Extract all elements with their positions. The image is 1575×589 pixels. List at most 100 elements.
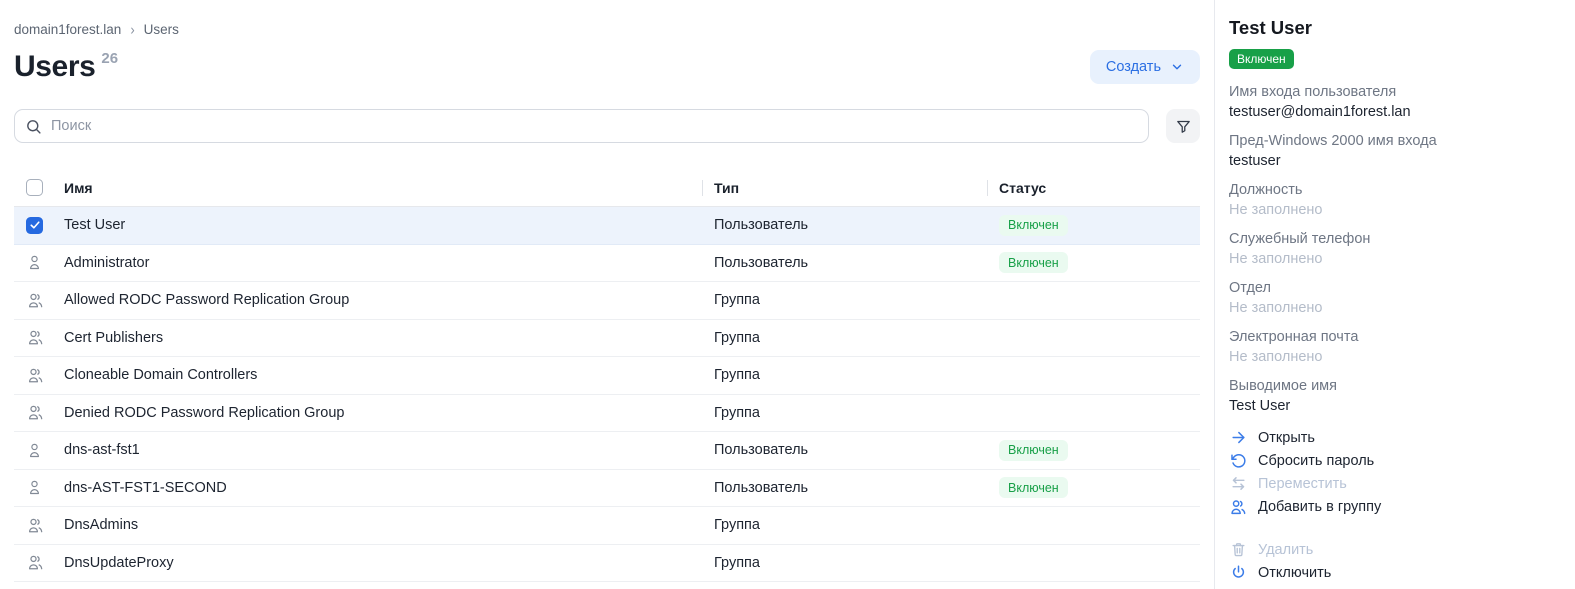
panel-field: Имя входа пользователя testuser@domain1f…	[1229, 82, 1559, 122]
panel-field-label: Отдел	[1229, 278, 1559, 298]
row-name: dns-AST-FST1-SECOND	[64, 480, 702, 496]
row-name: Test User	[64, 217, 702, 233]
app-root: domain1forest.lan › Users Users 26 Созда…	[0, 0, 1575, 589]
panel-title: Test User	[1229, 17, 1559, 39]
group-icon	[26, 291, 44, 310]
panel-field-value: Не заполнено	[1229, 200, 1559, 220]
table-body: Test User Пользователь Включен Administr…	[14, 207, 1200, 582]
panel-field-value: testuser	[1229, 151, 1559, 171]
panel-field: Должность Не заполнено	[1229, 180, 1559, 220]
panel-field: Служебный телефон Не заполнено	[1229, 229, 1559, 269]
panel-field-value: Не заполнено	[1229, 249, 1559, 269]
row-type: Группа	[702, 367, 987, 383]
row-name: Administrator	[64, 255, 702, 271]
action-arrow-right[interactable]: Открыть	[1229, 426, 1559, 449]
action-move: Переместить	[1229, 472, 1559, 495]
create-button[interactable]: Создать	[1090, 50, 1200, 84]
row-type: Группа	[702, 405, 987, 421]
panel-field-label: Электронная почта	[1229, 327, 1559, 347]
panel-field: Пред-Windows 2000 имя входа testuser	[1229, 131, 1559, 171]
search-input[interactable]	[51, 118, 1138, 134]
page-title: Users	[14, 49, 95, 85]
action-label: Сбросить пароль	[1258, 453, 1374, 469]
row-name: Denied RODC Password Replication Group	[64, 405, 702, 421]
action-group: Удалить Отключить	[1229, 538, 1559, 584]
search-box[interactable]	[14, 109, 1149, 143]
panel-field: Выводимое имя Test User	[1229, 376, 1559, 416]
table-row[interactable]: DnsUpdateProxy Группа	[14, 545, 1200, 583]
row-name: Cert Publishers	[64, 330, 702, 346]
action-label: Удалить	[1258, 542, 1313, 558]
action-add-to-group[interactable]: Добавить в группу	[1229, 495, 1559, 518]
row-checkbox[interactable]	[26, 217, 43, 234]
reset-icon	[1229, 452, 1247, 470]
breadcrumb-domain[interactable]: domain1forest.lan	[14, 22, 121, 37]
row-type: Пользователь	[702, 217, 987, 233]
create-button-label: Создать	[1106, 59, 1161, 75]
row-type: Группа	[702, 292, 987, 308]
row-name: Cloneable Domain Controllers	[64, 367, 702, 383]
power-icon	[1229, 564, 1247, 582]
group-icon	[26, 403, 44, 422]
panel-field-label: Служебный телефон	[1229, 229, 1559, 249]
table-row[interactable]: dns-ast-fst1 Пользователь Включен	[14, 432, 1200, 470]
breadcrumb: domain1forest.lan › Users	[14, 22, 1200, 37]
action-trash: Удалить	[1229, 538, 1559, 561]
row-type: Группа	[702, 517, 987, 533]
row-status-badge: Включен	[999, 477, 1068, 498]
panel-field: Отдел Не заполнено	[1229, 278, 1559, 318]
action-label: Открыть	[1258, 430, 1315, 446]
group-icon	[26, 328, 44, 347]
table-row[interactable]: Test User Пользователь Включен	[14, 207, 1200, 245]
move-icon	[1229, 475, 1247, 493]
panel-field-label: Должность	[1229, 180, 1559, 200]
panel-field-value: Test User	[1229, 396, 1559, 416]
table-row[interactable]: Cloneable Domain Controllers Группа	[14, 357, 1200, 395]
trash-icon	[1229, 541, 1247, 559]
row-type: Пользователь	[702, 480, 987, 496]
title-row: Users 26 Создать	[14, 49, 1200, 85]
table-header: Имя Тип Статус	[14, 169, 1200, 207]
users-page: domain1forest.lan › Users Users 26 Созда…	[0, 0, 1214, 589]
panel-field-label: Выводимое имя	[1229, 376, 1559, 396]
filter-icon	[1175, 118, 1192, 135]
search-icon	[25, 118, 42, 135]
group-icon	[26, 516, 44, 535]
users-table: Имя Тип Статус Test User Пользователь Вк…	[14, 169, 1200, 582]
panel-actions: Открыть Сбросить пароль ПереместитьДобавит…	[1229, 426, 1559, 584]
row-type: Группа	[702, 330, 987, 346]
row-type: Пользователь	[702, 255, 987, 271]
table-row[interactable]: dns-AST-FST1-SECOND Пользователь Включен	[14, 470, 1200, 508]
select-all-checkbox[interactable]	[26, 179, 43, 196]
action-label: Отключить	[1258, 565, 1331, 581]
row-status-badge: Включен	[999, 440, 1068, 461]
row-status-badge: Включен	[999, 252, 1068, 273]
action-reset[interactable]: Сбросить пароль	[1229, 449, 1559, 472]
filter-button[interactable]	[1166, 109, 1200, 143]
panel-fields: Имя входа пользователя testuser@domain1f…	[1229, 82, 1559, 416]
arrow-right-icon	[1229, 429, 1247, 447]
panel-field: Электронная почта Не заполнено	[1229, 327, 1559, 367]
table-row[interactable]: Allowed RODC Password Replication Group …	[14, 282, 1200, 320]
user-icon	[26, 253, 43, 272]
table-row[interactable]: Cert Publishers Группа	[14, 320, 1200, 358]
add-to-group-icon	[1229, 498, 1247, 516]
action-power[interactable]: Отключить	[1229, 561, 1559, 584]
table-row[interactable]: Administrator Пользователь Включен	[14, 245, 1200, 283]
row-status-badge: Включен	[999, 215, 1068, 236]
panel-status-badge: Включен	[1229, 49, 1294, 69]
panel-field-value: Не заполнено	[1229, 298, 1559, 318]
column-header-type: Тип	[702, 180, 987, 196]
user-icon	[26, 441, 43, 460]
row-name: DnsAdmins	[64, 517, 702, 533]
column-header-status: Статус	[987, 180, 1200, 196]
table-row[interactable]: DnsAdmins Группа	[14, 507, 1200, 545]
user-icon	[26, 478, 43, 497]
search-row	[14, 109, 1200, 143]
panel-field-value: Не заполнено	[1229, 347, 1559, 367]
action-group: Открыть Сбросить пароль ПереместитьДобавит…	[1229, 426, 1559, 518]
details-panel: Test User Включен Имя входа пользователя…	[1214, 0, 1575, 589]
panel-field-value: testuser@domain1forest.lan	[1229, 102, 1559, 122]
group-icon	[26, 366, 44, 385]
table-row[interactable]: Denied RODC Password Replication Group Г…	[14, 395, 1200, 433]
